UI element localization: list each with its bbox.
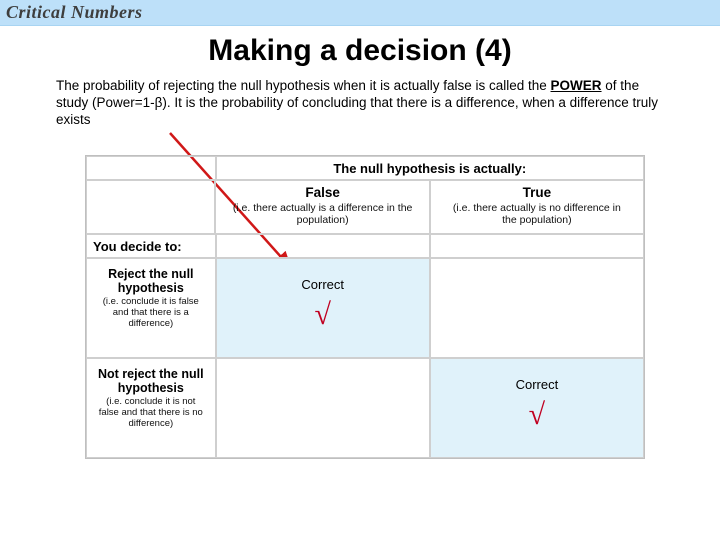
body-pre: The probability of rejecting the null hy… bbox=[56, 78, 551, 93]
power-term: POWER bbox=[551, 78, 602, 93]
banner-title: Critical Numbers bbox=[0, 0, 720, 24]
banner: Critical Numbers bbox=[0, 0, 720, 26]
col-paren-false: (i.e. there actually is a difference in … bbox=[230, 202, 414, 226]
cell-text: Correct bbox=[301, 277, 344, 292]
col-header-true: True (i.e. there actually is no differen… bbox=[430, 180, 644, 234]
cell-notreject-false bbox=[216, 358, 430, 458]
row-group-header: You decide to: bbox=[86, 234, 216, 258]
spacer-cell bbox=[430, 234, 644, 258]
check-icon: √ bbox=[217, 298, 429, 332]
cell-notreject-true: Correct √ bbox=[430, 358, 644, 458]
body-text: The probability of rejecting the null hy… bbox=[56, 78, 664, 129]
cell-reject-false: Correct √ bbox=[216, 258, 430, 358]
row-label-notreject: Not reject the null hypothesis bbox=[97, 367, 205, 395]
spacer-cell bbox=[216, 234, 430, 258]
col-header-false: False (i.e. there actually is a differen… bbox=[215, 180, 429, 234]
row-paren-reject: (i.e. conclude it is false and that ther… bbox=[97, 297, 205, 330]
blank-cell bbox=[86, 180, 215, 234]
cell-text: Correct bbox=[516, 377, 559, 392]
cell-reject-true bbox=[430, 258, 644, 358]
row-label-reject: Reject the null hypothesis bbox=[97, 267, 205, 295]
col-group-header: The null hypothesis is actually: bbox=[216, 156, 644, 180]
row-header-reject: Reject the null hypothesis (i.e. conclud… bbox=[86, 258, 216, 358]
blank-corner bbox=[86, 156, 216, 180]
col-label-true: True bbox=[445, 185, 629, 200]
row-header-notreject: Not reject the null hypothesis (i.e. con… bbox=[86, 358, 216, 458]
slide-title: Making a decision (4) bbox=[0, 34, 720, 68]
decision-table: The null hypothesis is actually: False (… bbox=[85, 155, 645, 459]
row-paren-notreject: (i.e. conclude it is not false and that … bbox=[97, 397, 205, 430]
check-icon: √ bbox=[431, 398, 643, 432]
col-paren-true: (i.e. there actually is no difference in… bbox=[445, 202, 629, 226]
col-label-false: False bbox=[230, 185, 414, 200]
